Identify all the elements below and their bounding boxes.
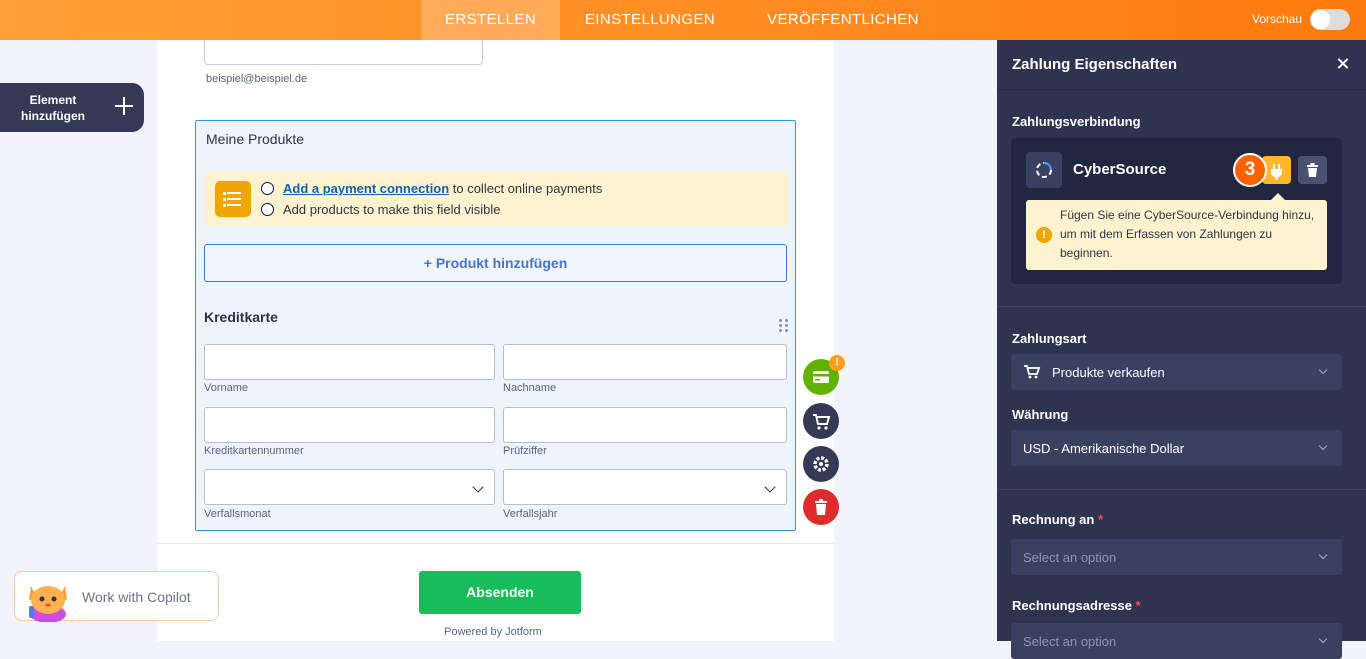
add-element-button[interactable]: Element hinzufügen xyxy=(0,83,144,132)
billing-address-text: Rechnungsadresse xyxy=(1012,598,1132,613)
chevron-down-icon xyxy=(1318,634,1328,644)
preview-label: Vorschau xyxy=(1252,12,1303,26)
loading-spinner-icon xyxy=(1036,162,1052,178)
currency-dropdown[interactable]: USD - Amerikanische Dollar xyxy=(1011,430,1342,466)
plus-icon xyxy=(113,95,135,117)
first-name-input[interactable] xyxy=(204,344,495,380)
trash-icon xyxy=(1307,163,1318,177)
email-input[interactable] xyxy=(204,40,483,65)
cart-icon xyxy=(813,414,831,430)
cvv-input[interactable] xyxy=(503,407,787,443)
copilot-button[interactable]: Work with Copilot xyxy=(14,571,219,622)
invoice-to-text: Rechnung an xyxy=(1012,512,1095,527)
exp-year-select[interactable] xyxy=(503,469,787,505)
invoice-to-placeholder: Select an option xyxy=(1023,550,1117,565)
field-settings-button[interactable] xyxy=(803,446,839,482)
preview-toggle[interactable] xyxy=(1310,9,1350,30)
tab-erstellen[interactable]: ERSTELLEN xyxy=(421,0,560,40)
add-payment-connection-link[interactable]: Add a payment connection xyxy=(283,181,449,196)
gateway-name: CyberSource xyxy=(1073,161,1167,178)
payment-type-value: Produkte verkaufen xyxy=(1052,365,1165,380)
toggle-knob xyxy=(1311,10,1330,29)
drag-handle-icon[interactable] xyxy=(779,319,789,333)
invoice-to-dropdown[interactable]: Select an option xyxy=(1011,539,1342,575)
currency-value: USD - Amerikanische Dollar xyxy=(1023,441,1185,456)
payment-type-dropdown[interactable]: Produkte verkaufen xyxy=(1011,354,1342,390)
warning-badge: ! xyxy=(829,355,845,371)
exp-year-label: Verfallsjahr xyxy=(503,508,558,520)
chevron-down-icon xyxy=(472,481,484,493)
notice-line-2: Add products to make this field visible xyxy=(283,202,501,217)
submit-button[interactable]: Absenden xyxy=(419,571,581,614)
invoice-to-label: Rechnung an * xyxy=(1012,512,1103,527)
panel-divider xyxy=(997,489,1366,490)
remove-connection-button[interactable] xyxy=(1298,156,1327,184)
add-element-label: Element hinzufügen xyxy=(21,93,85,123)
trash-icon xyxy=(815,499,827,515)
tab-veroeffentlichen[interactable]: VERÖFFENTLICHEN xyxy=(751,0,935,40)
chevron-down-icon xyxy=(764,481,776,493)
panel-title: Zahlung Eigenschaften xyxy=(1012,56,1178,73)
add-product-button[interactable]: + Produkt hinzufügen xyxy=(204,244,787,282)
billing-address-dropdown[interactable]: Select an option xyxy=(1011,623,1342,659)
tab-einstellungen[interactable]: EINSTELLUNGEN xyxy=(566,0,734,40)
panel-divider xyxy=(997,306,1366,307)
payment-notice xyxy=(205,171,787,226)
chevron-down-icon xyxy=(1318,365,1328,375)
card-number-label: Kreditkartennummer xyxy=(204,445,304,457)
payment-type-label: Zahlungsart xyxy=(1012,331,1087,346)
checklist-icon xyxy=(215,181,251,217)
chevron-down-icon xyxy=(1318,550,1328,560)
card-number-input[interactable] xyxy=(204,407,495,443)
step-indicator-badge: 3 xyxy=(1233,153,1267,187)
products-button[interactable] xyxy=(803,403,839,439)
warning-text: Fügen Sie eine CyberSource-Verbindung hi… xyxy=(1060,208,1315,260)
delete-field-button[interactable] xyxy=(803,489,839,525)
credit-card-title: Kreditkarte xyxy=(204,309,278,325)
exp-month-label: Verfallsmonat xyxy=(204,508,271,520)
form-divider xyxy=(157,543,834,544)
chevron-down-icon xyxy=(1318,441,1328,451)
warning-tail xyxy=(1271,193,1285,200)
cvv-label: Prüfziffer xyxy=(503,445,547,457)
payment-connection-label: Zahlungsverbindung xyxy=(1012,114,1141,129)
close-icon[interactable] xyxy=(1334,55,1352,73)
billing-address-label: Rechnungsadresse * xyxy=(1012,598,1141,613)
billing-address-placeholder: Select an option xyxy=(1023,634,1117,649)
checklist-circle-icon xyxy=(261,182,274,195)
powered-by-text[interactable]: Powered by Jotform xyxy=(444,626,542,638)
copilot-cat-icon xyxy=(29,586,67,622)
first-name-label: Vorname xyxy=(204,382,249,394)
email-sublabel: beispiel@beispiel.de xyxy=(206,73,308,85)
canvas-gutter xyxy=(834,40,997,641)
required-mark: * xyxy=(1135,598,1141,613)
cart-icon xyxy=(1024,365,1041,379)
cybersource-logo xyxy=(1026,152,1062,188)
exp-month-select[interactable] xyxy=(204,469,495,505)
checklist-circle-icon xyxy=(261,203,274,216)
notice-line-1: Add a payment connection to collect onli… xyxy=(283,181,602,196)
products-title: Meine Produkte xyxy=(206,131,305,147)
last-name-input[interactable] xyxy=(503,344,787,380)
warning-icon: ! xyxy=(1036,227,1052,243)
last-name-label: Nachname xyxy=(503,382,557,394)
gear-icon xyxy=(813,456,829,472)
currency-label: Währung xyxy=(1012,407,1069,422)
required-mark: * xyxy=(1097,512,1104,527)
notice-line-1-rest: to collect online payments xyxy=(449,181,603,196)
copilot-label: Work with Copilot xyxy=(82,589,191,605)
